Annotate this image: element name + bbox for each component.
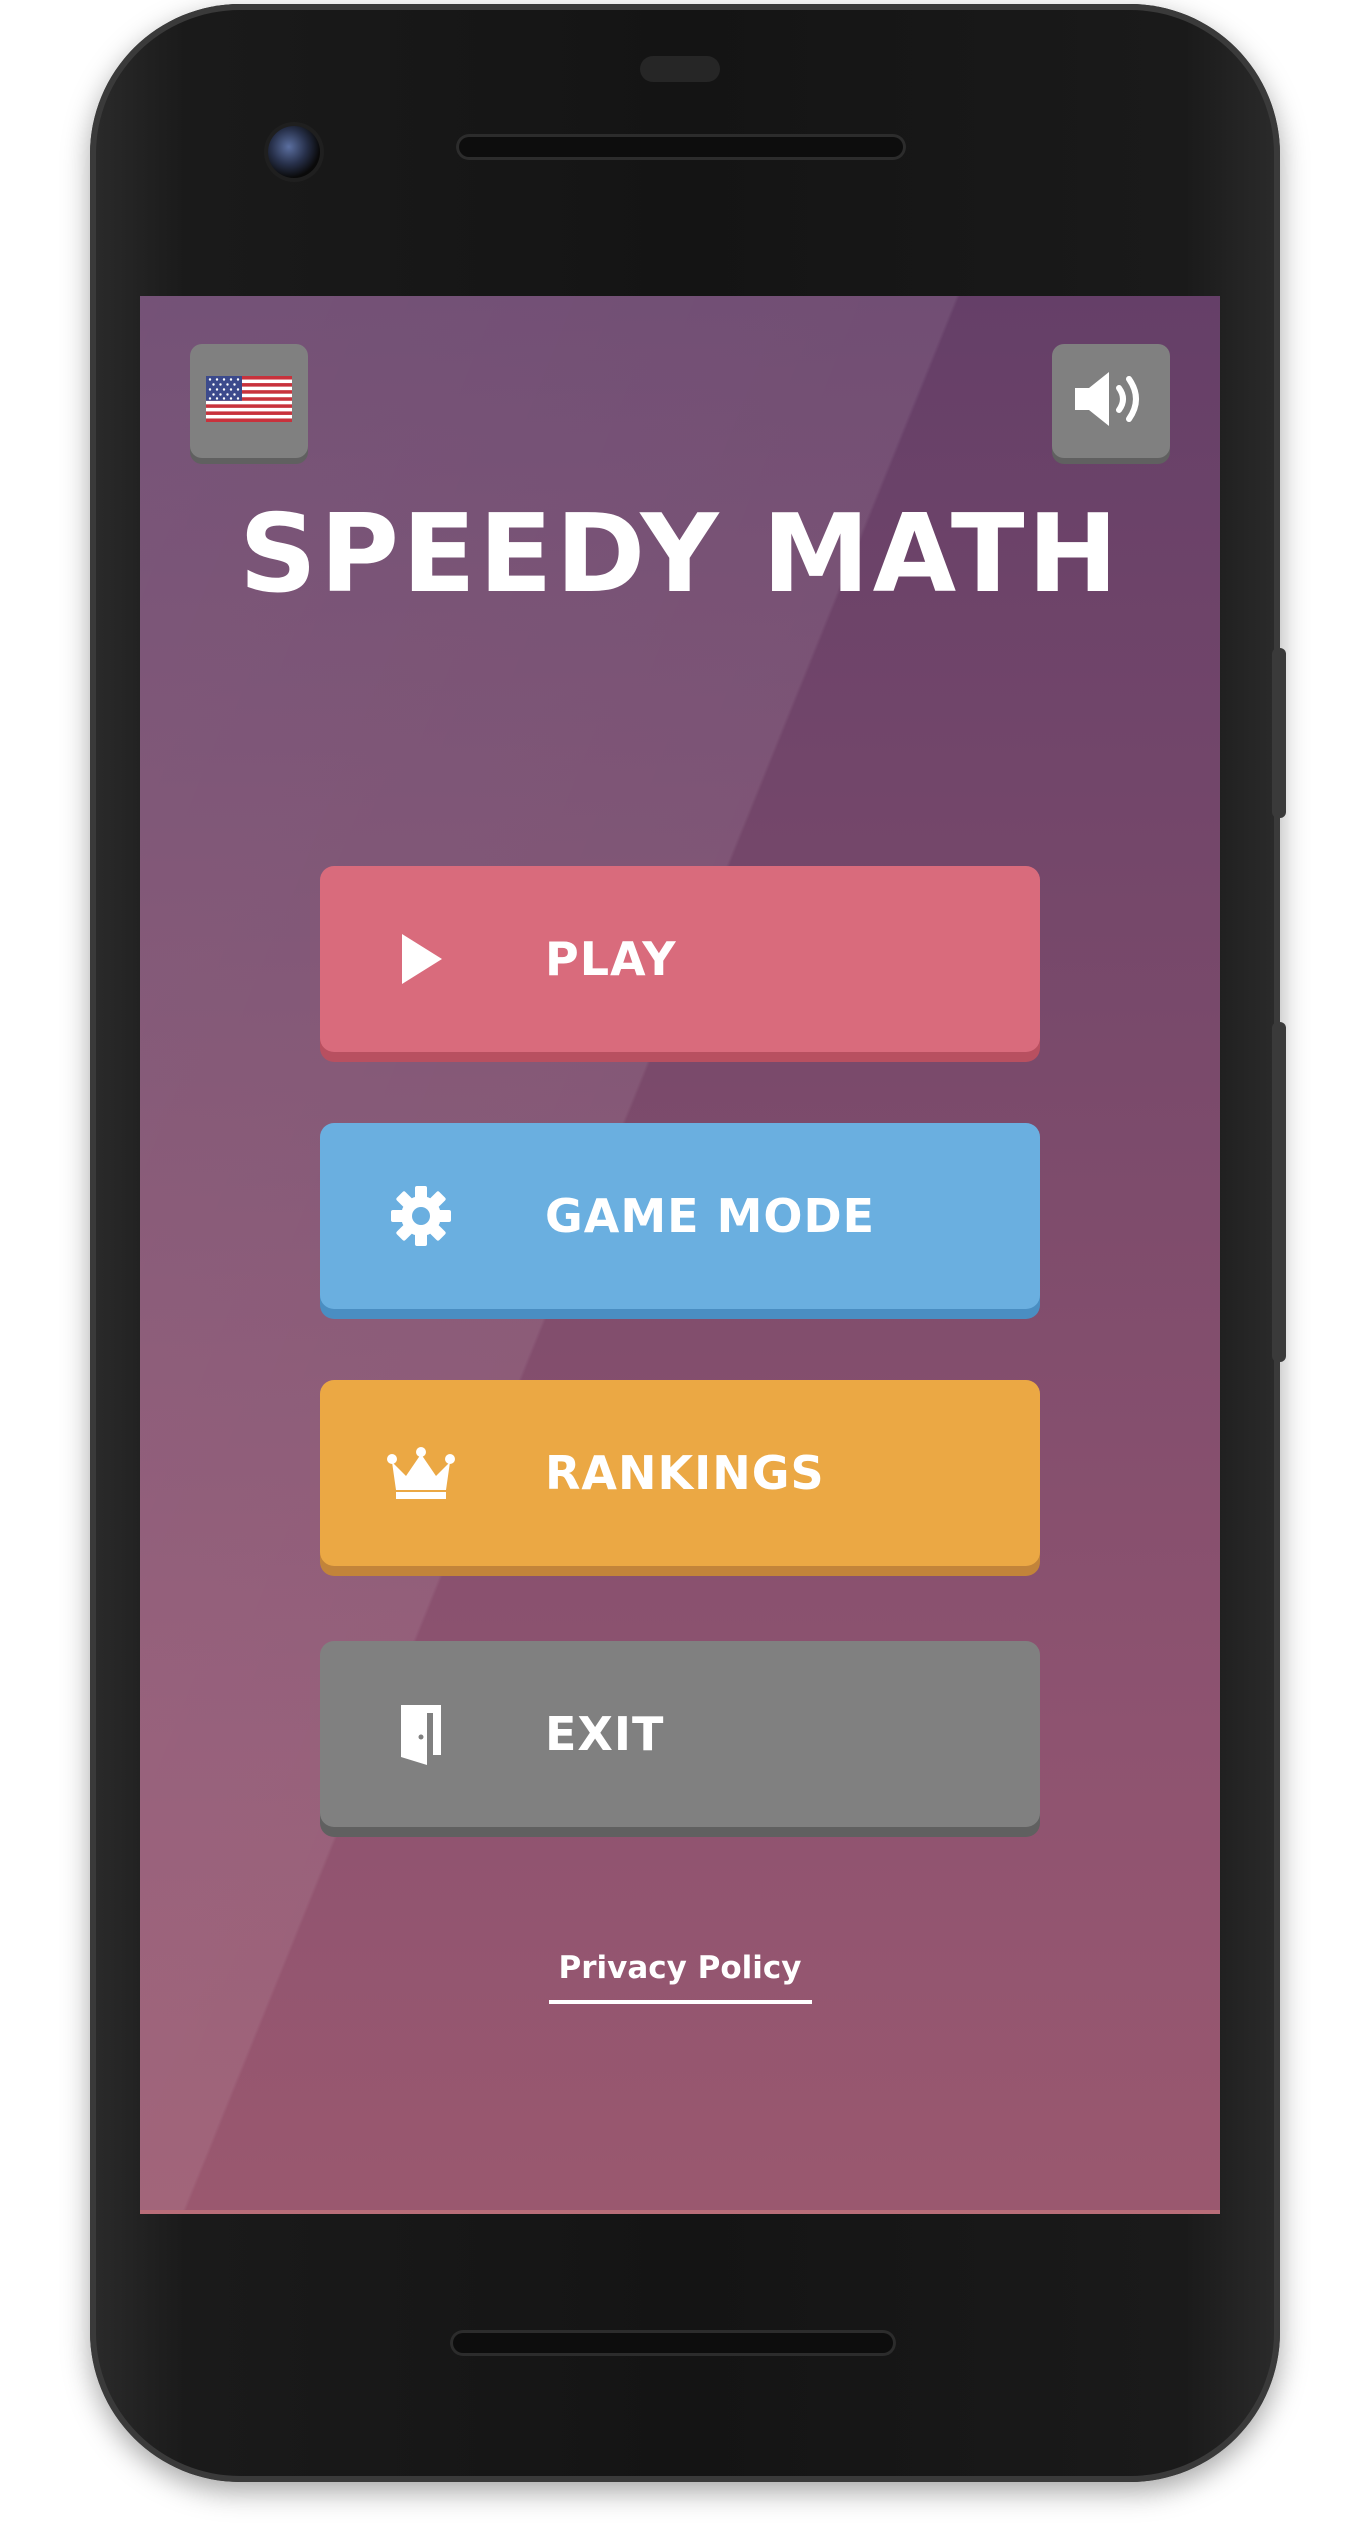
front-camera (268, 126, 320, 178)
exit-button[interactable]: EXIT (320, 1641, 1040, 1827)
earpiece (640, 56, 720, 82)
bottom-speaker-grille (450, 2330, 896, 2356)
device-mockup: SPEEDY MATH PLAY GAME MODE RANKINGS EXIT… (0, 0, 1370, 2534)
privacy-container: Privacy Policy (140, 1950, 1220, 2004)
volume-rocker (1272, 1022, 1286, 1362)
exit-label: EXIT (545, 1707, 665, 1761)
sound-toggle-button[interactable] (1052, 344, 1170, 458)
rankings-label: RANKINGS (545, 1446, 825, 1500)
crown-icon (386, 1438, 456, 1508)
play-button[interactable]: PLAY (320, 866, 1040, 1052)
top-speaker-grille (456, 134, 906, 160)
power-button (1272, 648, 1286, 818)
game-mode-label: GAME MODE (545, 1189, 876, 1243)
gear-icon (386, 1181, 456, 1251)
rankings-button[interactable]: RANKINGS (320, 1380, 1040, 1566)
play-icon (386, 924, 456, 994)
privacy-policy-link[interactable]: Privacy Policy (548, 1950, 812, 2004)
speaker-volume-icon (1071, 366, 1151, 436)
game-mode-button[interactable]: GAME MODE (320, 1123, 1040, 1309)
us-flag-icon (206, 376, 292, 426)
exit-door-icon (386, 1699, 456, 1769)
app-screen: SPEEDY MATH PLAY GAME MODE RANKINGS EXIT… (140, 296, 1220, 2214)
app-title: SPEEDY MATH (239, 492, 1121, 617)
language-button[interactable] (190, 344, 308, 458)
play-label: PLAY (545, 932, 677, 986)
screen-bottom-edge (140, 2210, 1220, 2214)
